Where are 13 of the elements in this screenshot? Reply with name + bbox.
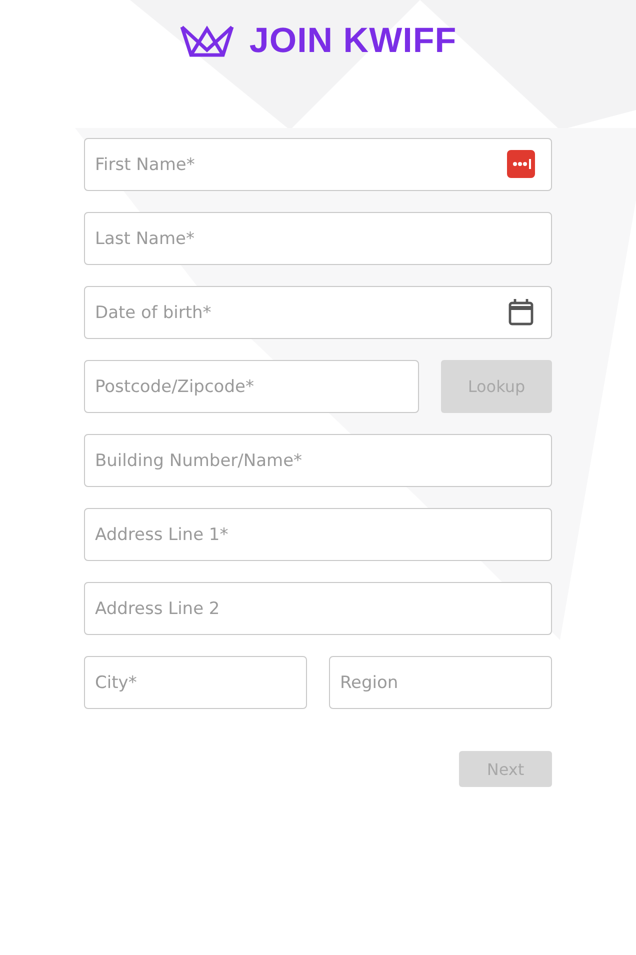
- page-title: JOIN KWIFF: [249, 21, 457, 61]
- input-field[interactable]: Address Line 1*: [84, 508, 552, 561]
- input-field[interactable]: Building Number/Name*: [84, 434, 552, 487]
- calendar-icon[interactable]: [507, 298, 535, 326]
- input-field[interactable]: Postcode/Zipcode*: [84, 360, 419, 413]
- input-field[interactable]: Address Line 2: [84, 582, 552, 635]
- crown-icon: [179, 24, 236, 58]
- input-field[interactable]: First Name*: [84, 138, 552, 191]
- password-manager-icon[interactable]: [507, 150, 535, 178]
- input-field[interactable]: Date of birth*: [84, 286, 552, 339]
- input-field[interactable]: Last Name*: [84, 212, 552, 265]
- input-field[interactable]: Region: [329, 656, 552, 709]
- input-field[interactable]: City*: [84, 656, 307, 709]
